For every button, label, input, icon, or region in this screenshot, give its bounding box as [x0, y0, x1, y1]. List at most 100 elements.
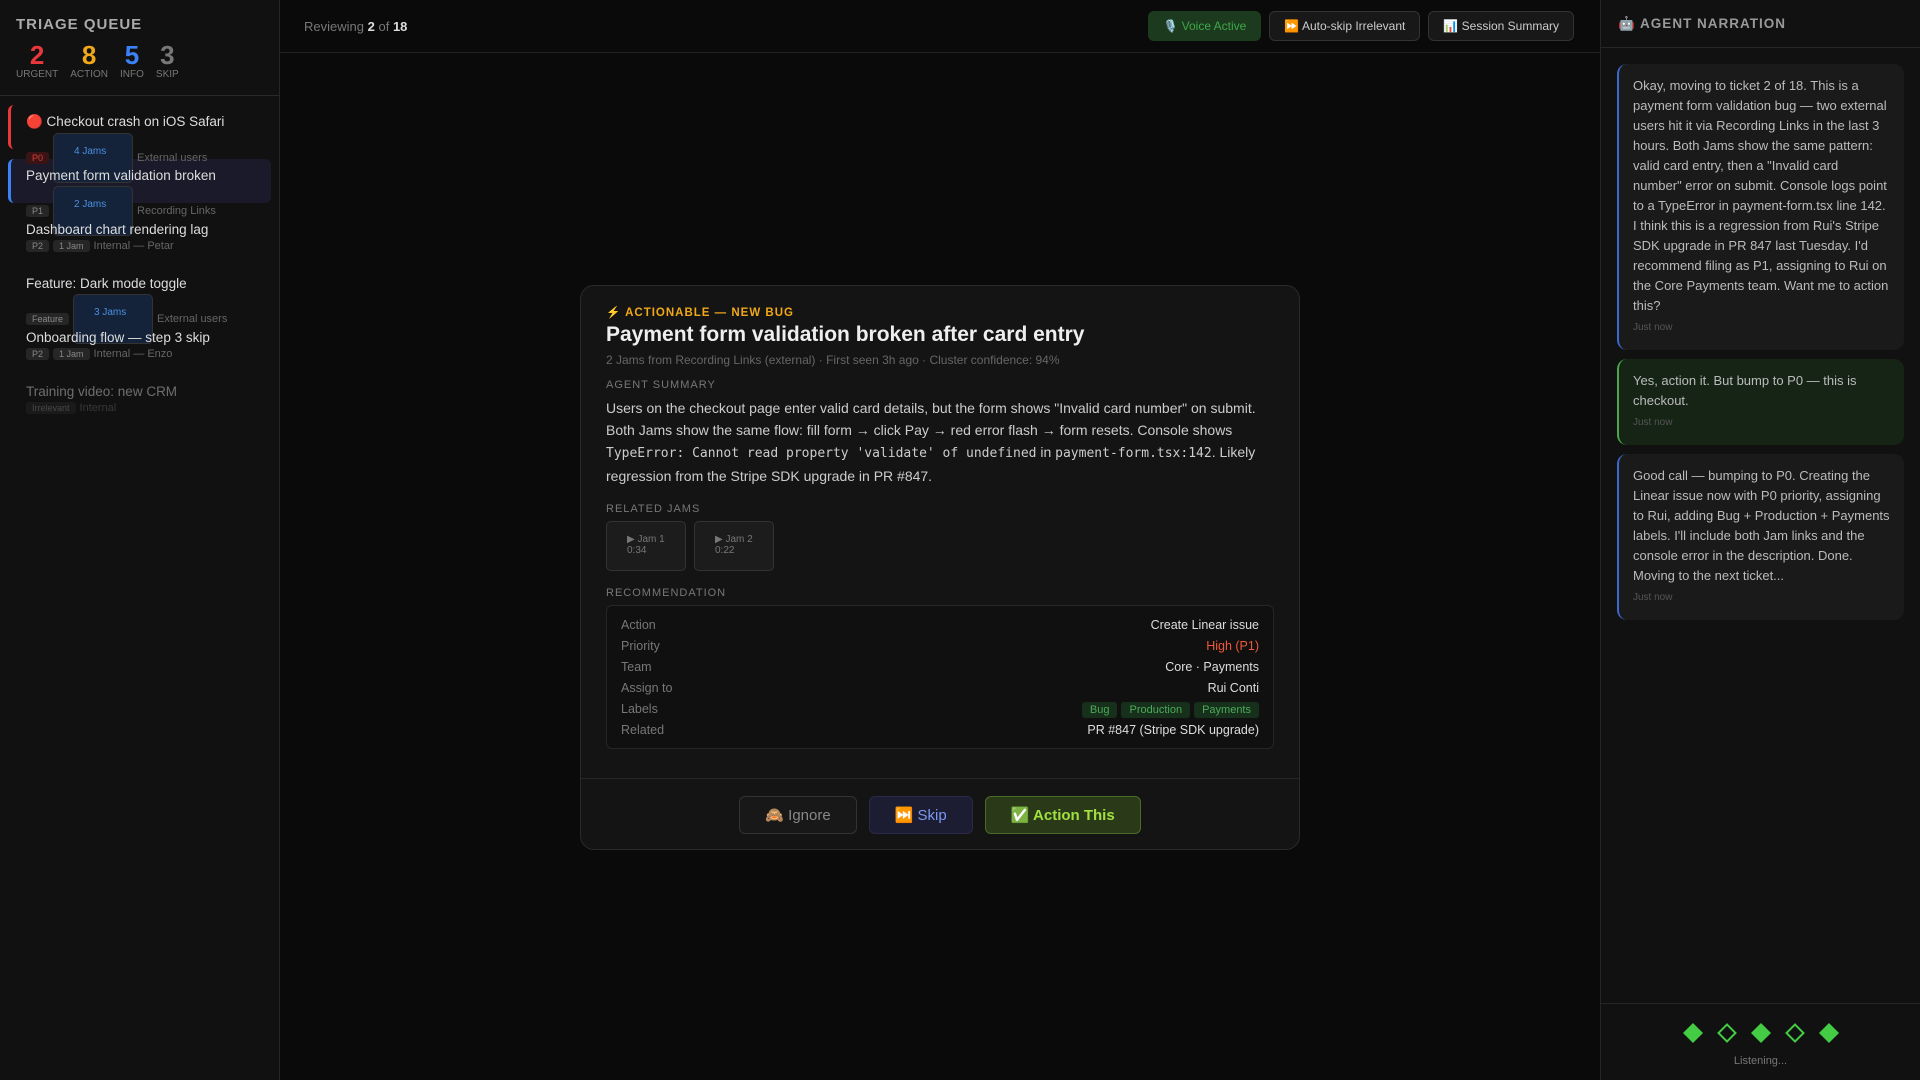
jam-name: ▶ Jam 2 — [715, 534, 753, 545]
voice-level-icon — [1750, 1023, 1771, 1043]
queue-item[interactable]: 🔴 Checkout crash on iOS Safari P0 4 Jams Ex… — [8, 105, 271, 183]
priority-badge: Irrelevant — [26, 402, 76, 414]
triage-sidebar: TRIAGE QUEUE 2 URGENT 8 ACTION 5 INFO 3 SKIP… — [0, 0, 280, 1080]
rec-key: Assign to — [621, 680, 673, 695]
stat-action[interactable]: 8 ACTION — [70, 41, 108, 80]
jam-thumbnail[interactable]: ▶ Jam 2 0:22 — [694, 521, 774, 571]
jam-count-badge: 1 Jam — [53, 348, 90, 360]
rec-key: Labels — [621, 701, 658, 716]
stat-info[interactable]: 5 INFO — [120, 41, 144, 80]
agent-message: Okay, moving to ticket 2 of 18. This is … — [1617, 64, 1904, 350]
label-chip: Bug — [1081, 701, 1118, 718]
queue-item-title: Payment form validation broken — [26, 168, 216, 183]
jam-duration: 0:34 — [627, 545, 647, 556]
user-message: Yes, action it. But bump to P0 — this is… — [1617, 359, 1904, 445]
sidebar-title: TRIAGE QUEUE — [16, 16, 143, 33]
message-time: Just now — [1633, 592, 1673, 603]
message-time: Just now — [1633, 322, 1673, 333]
queue-item-selected[interactable]: Payment form validation broken P1 2 Jams Re… — [8, 159, 271, 236]
priority-badge: P0 — [26, 152, 50, 164]
rec-key: Action — [621, 617, 656, 632]
queue-item[interactable]: Training video: new CRM Irrelevant Interna… — [8, 375, 271, 419]
narration-title: 🤖 AGENT NARRATION — [1601, 0, 1920, 48]
main-panel: Reviewing 2 of 18 🎙️ Voice Active ⏩ Auto… — [280, 0, 1600, 1080]
of-label: of — [378, 18, 390, 34]
agent-message: Good call — bumping to P0. Creating the … — [1617, 454, 1904, 620]
rec-assignee: Rui Conti — [1207, 680, 1259, 695]
rec-key: Priority — [621, 638, 660, 653]
priority-badge: Feature — [26, 313, 70, 325]
jam-name: ▶ Jam 1 — [627, 534, 665, 545]
queue-item-source: External users — [157, 313, 228, 325]
summary-file: payment-form.tsx:142 — [1055, 446, 1212, 461]
total-count: 18 — [392, 18, 408, 34]
jam-count-badge: 1 Jam — [53, 240, 90, 252]
priority-badge: P2 — [26, 240, 50, 252]
voice-level-icon — [1818, 1023, 1839, 1043]
reviewing-label: Reviewing — [304, 18, 364, 34]
ticket-kind: ⚡ ACTIONABLE — NEW BUG — [606, 307, 794, 319]
stat-label: ACTION — [70, 69, 109, 80]
stat-value: 2 — [29, 40, 45, 70]
narration-panel: 🤖 AGENT NARRATION Okay, moving to ticket… — [1600, 0, 1920, 1080]
voice-level-icon — [1784, 1023, 1805, 1043]
rec-team: Core · Payments — [1165, 659, 1259, 674]
summary-text: in — [1036, 444, 1056, 460]
session-summary-button[interactable]: 📊 Session Summary — [1428, 11, 1574, 41]
priority-badge: P2 — [26, 348, 50, 360]
message-text: Good call — bumping to P0. Creating the … — [1633, 468, 1890, 583]
jam-duration: 0:22 — [715, 545, 735, 556]
topbar: Reviewing 2 of 18 🎙️ Voice Active ⏩ Auto… — [280, 0, 1600, 53]
stat-label: URGENT — [16, 69, 59, 80]
queue-item-source: Internal — Petar — [93, 240, 174, 252]
stat-value: 5 — [124, 40, 140, 70]
message-text: Okay, moving to ticket 2 of 18. This is … — [1633, 78, 1889, 313]
summary-error-code: TypeError: Cannot read property 'validat… — [606, 446, 1037, 461]
queue-item-source: Internal — Enzo — [93, 348, 173, 360]
recommendation-table: Action Create Linear issue Priority High (… — [606, 605, 1274, 749]
voice-level-icon — [1716, 1023, 1737, 1043]
rec-key: Related — [621, 722, 665, 737]
summary-text: Users on the checkout page enter valid c… — [606, 400, 1256, 438]
message-text: Yes, action it. But bump to P0 — this is… — [1633, 373, 1857, 408]
current-index: 2 — [367, 18, 375, 34]
skip-button[interactable]: ⏭️ Skip — [868, 796, 973, 834]
rec-related: PR #847 (Stripe SDK upgrade) — [1087, 722, 1259, 737]
stat-label: SKIP — [155, 69, 179, 80]
queue-item[interactable]: Dashboard chart rendering lag P2 1 Jam Inte… — [8, 213, 271, 257]
stat-urgent[interactable]: 2 URGENT — [16, 41, 58, 80]
recommendation-heading: RECOMMENDATION — [606, 587, 727, 599]
stat-skip[interactable]: 3 SKIP — [156, 41, 179, 80]
queue-item-title: 🔴 Checkout crash on iOS Safari — [26, 114, 225, 129]
queue-stats: 2 URGENT 8 ACTION 5 INFO 3 SKIP — [16, 41, 263, 80]
rec-key: Team — [621, 659, 652, 674]
stat-value: 3 — [160, 40, 175, 70]
queue-item-source: Recording Links — [137, 205, 216, 217]
jam-thumbnail[interactable]: ▶ Jam 1 0:34 — [606, 521, 686, 571]
auto-skip-button[interactable]: ⏩ Auto-skip Irrelevant — [1269, 11, 1421, 41]
rec-priority: High (P1) — [1206, 638, 1259, 653]
summary-heading: AGENT SUMMARY — [606, 379, 716, 391]
stat-value: 8 — [81, 40, 97, 70]
ticket-title: Payment form validation broken after car… — [606, 323, 1085, 346]
voice-level-icon — [1682, 1023, 1703, 1043]
ignore-button[interactable]: 🙈 Ignore — [739, 796, 857, 834]
label-chip: Payments — [1194, 701, 1259, 718]
rec-action: Create Linear issue — [1150, 617, 1259, 632]
ticket-card: ⚡ ACTIONABLE — NEW BUG Payment form vali… — [580, 285, 1300, 850]
voice-indicator: Listening... — [1601, 1003, 1920, 1067]
review-progress: Reviewing 2 of 18 — [304, 19, 407, 34]
queue-item-title: Feature: Dark mode toggle — [26, 276, 187, 291]
action-this-button[interactable]: ✅ Action This — [984, 796, 1141, 834]
queue-item-title: Dashboard chart rendering lag — [26, 222, 209, 237]
queue-item-title: Onboarding flow — step 3 skip — [26, 330, 210, 345]
ticket-meta: 2 Jams from Recording Links (external) ·… — [606, 353, 1060, 367]
listening-status: Listening... — [1733, 1055, 1788, 1067]
voice-active-button[interactable]: 🎙️ Voice Active — [1148, 11, 1262, 41]
label-chip: Production — [1121, 701, 1191, 718]
message-time: Just now — [1633, 417, 1673, 428]
queue-item[interactable]: Feature: Dark mode toggle Feature 3 Jams Ex… — [8, 267, 271, 344]
agent-summary: Users on the checkout page enter valid c… — [606, 397, 1274, 487]
queue-item-source: External users — [137, 152, 208, 164]
stat-label: INFO — [120, 69, 144, 80]
